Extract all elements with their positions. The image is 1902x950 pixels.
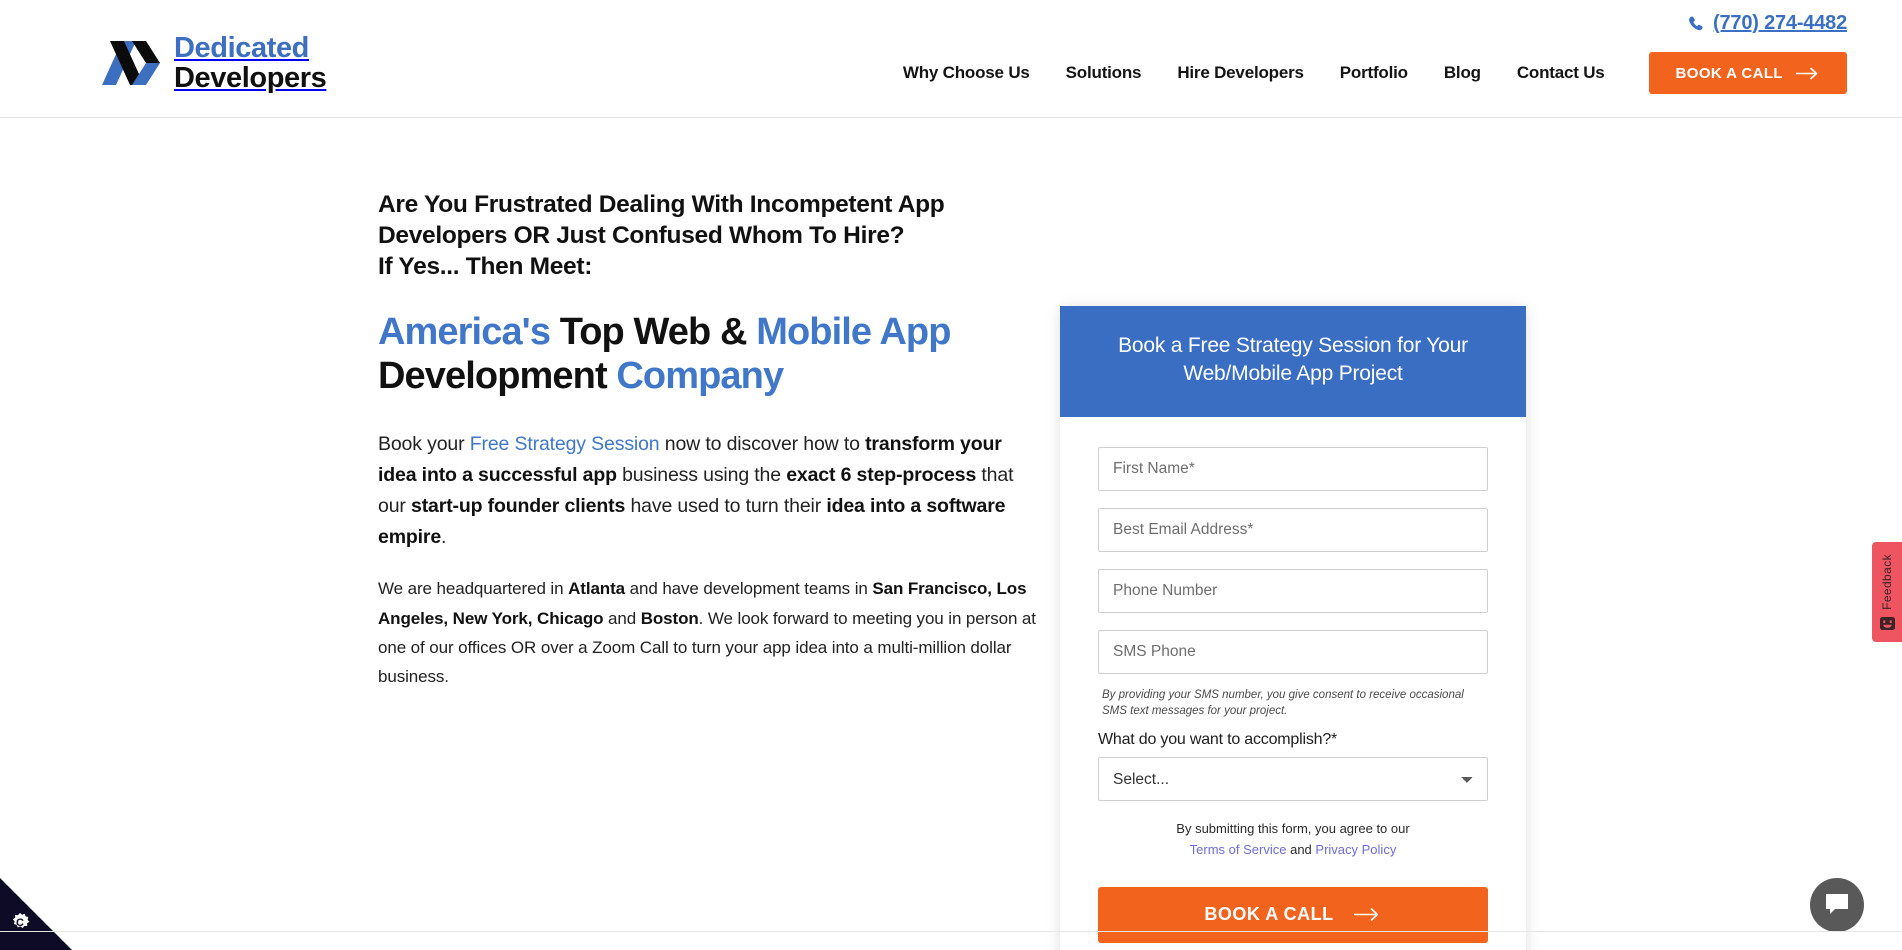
svg-text:C: C: [16, 917, 24, 929]
hero-paragraph-2: We are headquartered in Atlanta and have…: [378, 574, 1038, 691]
page-title: America's Top Web & Mobile App Developme…: [378, 310, 1038, 400]
email-field[interactable]: [1098, 507, 1488, 552]
lead-capture-form: Book a Free Strategy Session for Your We…: [1060, 306, 1526, 950]
nav-item-contact-us[interactable]: Contact Us: [1499, 63, 1623, 83]
hero-kicker-line-2: Developers OR Just Confused Whom To Hire…: [378, 221, 905, 249]
sms-consent-note: By providing your SMS number, you give c…: [1102, 687, 1488, 720]
header-book-a-call-button[interactable]: BOOK A CALL: [1648, 52, 1847, 94]
hero-kicker-line-3: If Yes... Then Meet:: [378, 252, 593, 280]
nav-item-hire-developers[interactable]: Hire Developers: [1159, 63, 1321, 83]
hero-title-part-5: Company: [616, 355, 784, 398]
hero-p1-b2: exact 6 step-process: [786, 464, 977, 487]
hero-p2-b3: Boston: [640, 608, 699, 628]
primary-nav: Why Choose Us Solutions Hire Developers …: [885, 52, 1847, 94]
nav-item-portfolio[interactable]: Portfolio: [1322, 63, 1426, 83]
terms-agreement: By submitting this form, you agree to ou…: [1098, 819, 1488, 861]
hero-p1-t1: Book your: [378, 433, 470, 456]
form-book-a-call-label: BOOK A CALL: [1204, 904, 1334, 925]
chat-bubble-icon: [1824, 892, 1850, 918]
header-phone-number: (770) 274-4482: [1713, 12, 1847, 34]
logo-line-1: Dedicated: [174, 32, 309, 64]
nav-item-why-choose-us[interactable]: Why Choose Us: [885, 63, 1048, 83]
accomplish-question-label: What do you want to accomplish?*: [1098, 731, 1338, 749]
hero-p2-t3: and: [603, 608, 641, 628]
header-book-a-call-label: BOOK A CALL: [1675, 64, 1783, 82]
hero-p2-b1: Atlanta: [568, 579, 626, 599]
site-header: Dedicated Developers (770) 274-4482 Why …: [0, 0, 1902, 118]
feedback-tab-label: Feedback: [1880, 554, 1894, 610]
hero-p1-t5: have used to turn their: [625, 494, 827, 517]
form-heading-line-1: Book a Free Strategy Session for Your: [1118, 334, 1468, 357]
form-header: Book a Free Strategy Session for Your We…: [1060, 306, 1526, 417]
terms-of-service-link[interactable]: Terms of Service: [1190, 842, 1287, 857]
hero-p2-t1: We are headquartered in: [378, 579, 569, 599]
hero-p1-t2: now to discover how to: [659, 433, 866, 456]
hero-title-part-1: America's: [378, 310, 551, 353]
header-phone-link[interactable]: (770) 274-4482: [1688, 12, 1847, 35]
phone-icon: [1688, 15, 1705, 32]
feedback-tab[interactable]: Feedback: [1872, 542, 1902, 642]
cookie-settings-corner[interactable]: C: [0, 878, 72, 950]
sms-phone-input[interactable]: [1098, 629, 1488, 674]
arrow-right-icon: [1353, 907, 1382, 922]
form-book-a-call-button[interactable]: BOOK A CALL: [1098, 886, 1488, 943]
privacy-policy-link[interactable]: Privacy Policy: [1315, 842, 1396, 857]
nav-item-solutions[interactable]: Solutions: [1048, 63, 1160, 83]
smiley-face-icon: [1879, 616, 1895, 630]
hero-title-part-2: Top Web &: [550, 310, 757, 353]
logo-wordmark: Dedicated Developers: [174, 32, 327, 95]
arrow-right-icon: [1796, 67, 1820, 80]
hero-p2-t2: and have development teams in: [625, 579, 873, 599]
hero-kicker: Are You Frustrated Dealing With Incompet…: [378, 190, 1038, 283]
hero-kicker-line-1: Are You Frustrated Dealing With Incompet…: [378, 191, 945, 218]
nav-item-blog[interactable]: Blog: [1426, 63, 1499, 83]
hero-copy: Are You Frustrated Dealing With Incompet…: [378, 190, 1038, 691]
first-name-input[interactable]: [1098, 446, 1488, 491]
phone-number-input[interactable]: [1098, 568, 1488, 613]
logo-line-2: Developers: [174, 62, 327, 95]
sms-note-line-2: text messages for your project.: [1130, 705, 1288, 718]
hero-title-part-3: Mobile App: [756, 310, 951, 353]
hero-p1-link: Free Strategy Session: [469, 433, 660, 456]
site-logo[interactable]: Dedicated Developers: [102, 32, 327, 95]
terms-and-text: and: [1286, 841, 1316, 857]
main-content: Are You Frustrated Dealing With Incompet…: [0, 118, 1902, 950]
form-heading-line-2: Web/Mobile App Project: [1183, 362, 1403, 386]
hero-p1-b3: start-up founder clients: [411, 494, 626, 517]
chevron-logo-icon: [102, 39, 160, 87]
page-bottom-divider: [0, 931, 1902, 932]
hero-paragraph-1: Book your Free Strategy Session now to d…: [378, 429, 1038, 552]
hero-p1-t3: business using the: [616, 464, 787, 487]
terms-intro-text: By submitting this form, you agree to ou…: [1176, 821, 1410, 837]
hero-p1-t6: .: [441, 525, 447, 548]
accomplish-select[interactable]: Select...: [1098, 757, 1488, 802]
hero-title-part-4: Development: [378, 355, 617, 398]
chat-widget-button[interactable]: [1810, 878, 1864, 932]
form-body: By providing your SMS number, you give c…: [1060, 417, 1526, 950]
